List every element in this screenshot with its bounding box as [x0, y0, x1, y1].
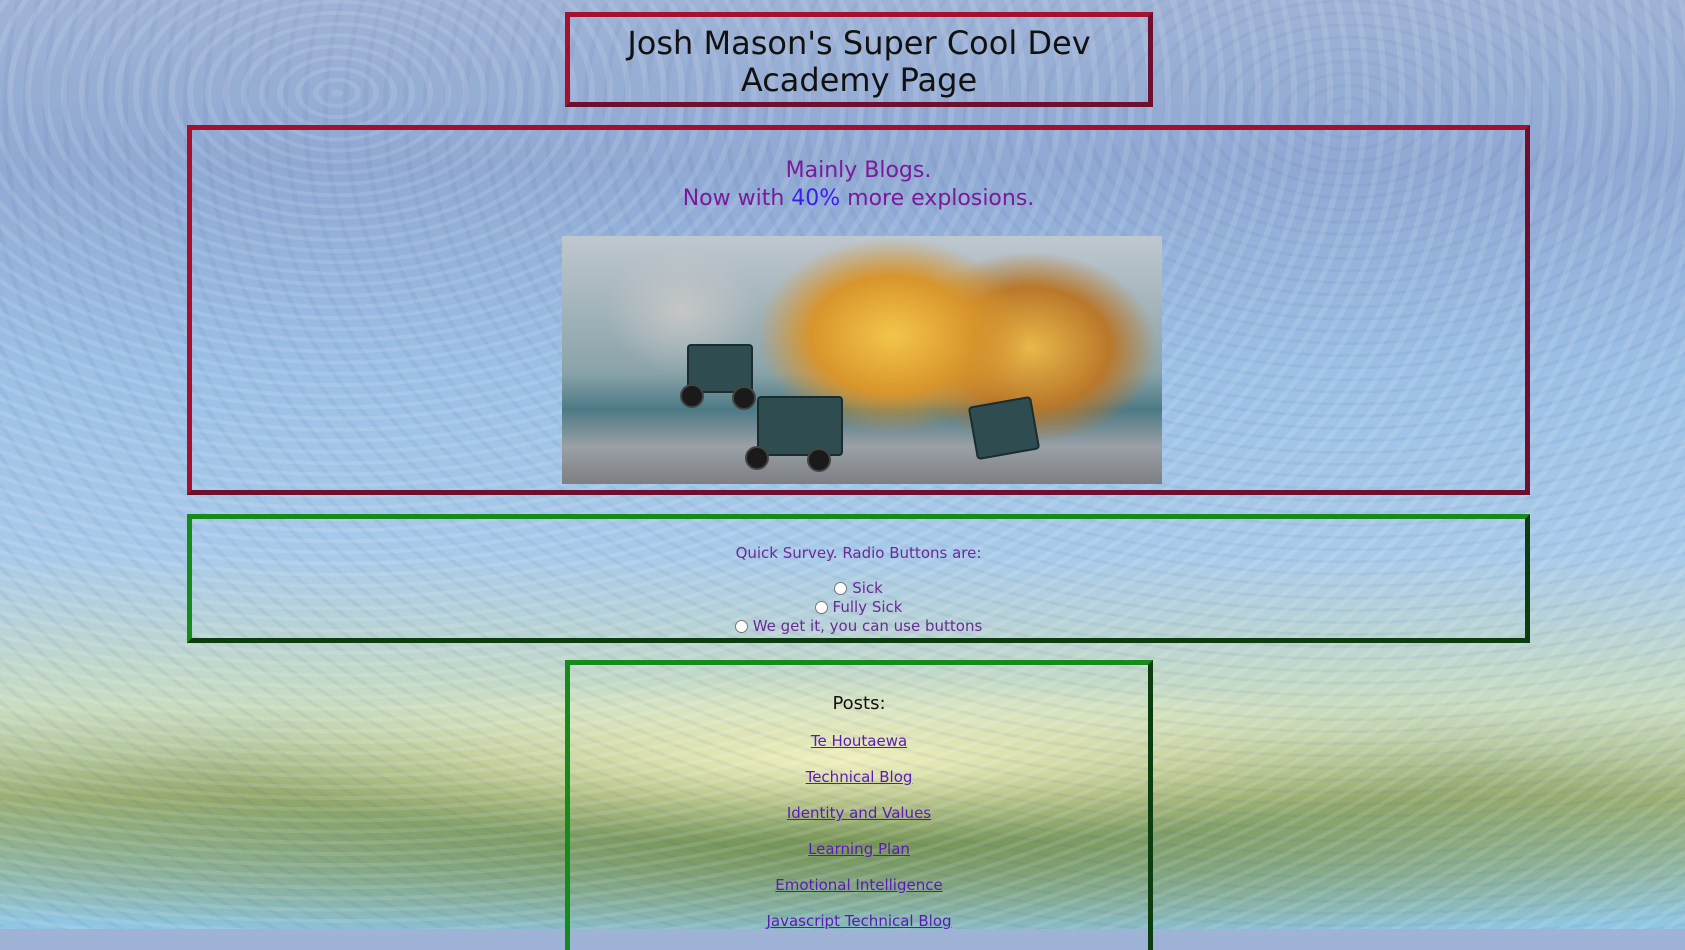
post-link-learning-plan[interactable]: Learning Plan	[570, 840, 1148, 858]
jeep-shape	[967, 395, 1041, 461]
tagline-line-2: Now with 40% more explosions.	[192, 185, 1525, 213]
post-link-te-houtaewa[interactable]: Te Houtaewa	[570, 732, 1148, 750]
radio-list: Sick Fully Sick We get it, you can use b…	[192, 579, 1525, 636]
tagline-suffix: more explosions.	[840, 186, 1035, 211]
wheel-shape	[807, 448, 831, 472]
survey-panel: Quick Survey. Radio Buttons are: Sick Fu…	[187, 514, 1530, 643]
radio-option-sick[interactable]: Sick	[192, 579, 1525, 598]
survey-question: Quick Survey. Radio Buttons are:	[735, 544, 982, 562]
hero-panel: Mainly Blogs. Now with 40% more explosio…	[187, 125, 1530, 495]
post-link-javascript-technical-blog[interactable]: Javascript Technical Blog	[570, 912, 1148, 930]
radio-label: Fully Sick	[832, 598, 903, 616]
radio-option-fully-sick[interactable]: Fully Sick	[192, 598, 1525, 617]
radio-label: Sick	[852, 579, 883, 597]
wheel-shape	[745, 446, 769, 470]
wheel-shape	[732, 386, 756, 410]
tagline-prefix: Now with	[682, 186, 792, 211]
post-link-emotional-intelligence[interactable]: Emotional Intelligence	[570, 876, 1148, 894]
post-link-technical-blog[interactable]: Technical Blog	[570, 768, 1148, 786]
posts-heading: Posts:	[832, 693, 886, 714]
post-list: Te Houtaewa Technical Blog Identity and …	[570, 732, 1148, 930]
radio-button[interactable]	[834, 582, 848, 595]
radio-button[interactable]	[814, 601, 828, 614]
post-link-identity-and-values[interactable]: Identity and Values	[570, 804, 1148, 822]
radio-label: We get it, you can use buttons	[752, 617, 983, 635]
tagline-highlight: 40%	[791, 186, 841, 211]
explosion-image	[562, 236, 1162, 484]
page-title: Josh Mason's Super Cool Dev Academy Page	[627, 24, 1091, 99]
radio-option-we-get-it[interactable]: We get it, you can use buttons	[192, 617, 1525, 636]
radio-button[interactable]	[734, 620, 748, 633]
tagline-line-1: Mainly Blogs.	[785, 158, 932, 183]
posts-panel: Posts: Te Houtaewa Technical Blog Identi…	[565, 660, 1153, 950]
wheel-shape	[680, 384, 704, 408]
title-panel: Josh Mason's Super Cool Dev Academy Page	[565, 12, 1153, 107]
jeep-shape	[757, 396, 843, 456]
